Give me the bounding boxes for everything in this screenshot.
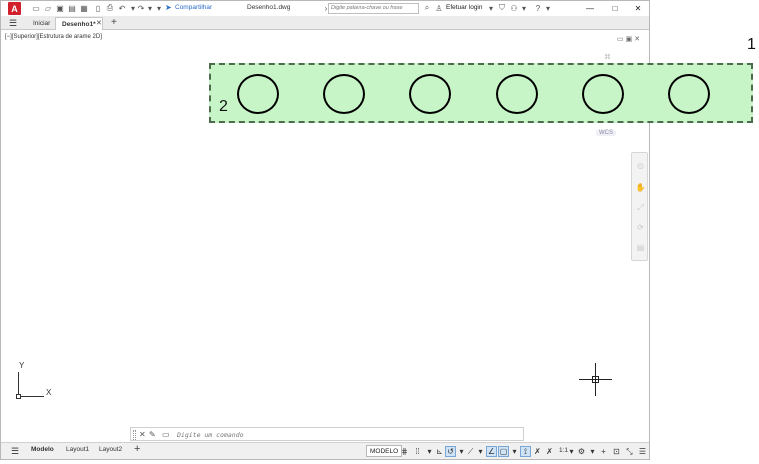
- web-save-icon[interactable]: ▦: [79, 3, 89, 13]
- callout-number-2: 2: [219, 98, 228, 115]
- connect-icon[interactable]: ⚇: [509, 3, 519, 13]
- navigation-bar: ◎ ✋ ⤢ ⟳ ▤: [631, 152, 648, 261]
- viewport-window-controls[interactable]: ▭▣✕: [617, 35, 642, 43]
- command-history-icon[interactable]: ▭: [162, 430, 170, 439]
- ortho-icon[interactable]: ↺: [445, 446, 456, 457]
- login-dropdown-icon[interactable]: ▾: [486, 3, 496, 13]
- maximize-button[interactable]: □: [604, 1, 626, 15]
- infer-icon[interactable]: ⊾: [434, 446, 445, 457]
- circles-highlight-region: [209, 63, 753, 123]
- share-drawing-icon[interactable]: ▯: [93, 3, 103, 13]
- command-input[interactable]: [177, 430, 517, 440]
- open-file-icon[interactable]: ▱: [43, 3, 53, 13]
- grid-icon[interactable]: ⋕: [399, 446, 410, 457]
- circle-5[interactable]: [582, 74, 624, 114]
- workspace-gear-icon[interactable]: ⚙: [576, 446, 587, 457]
- snap-icon[interactable]: ⁞⁞: [412, 446, 423, 457]
- steering-wheel-icon[interactable]: ◎: [636, 161, 645, 170]
- object-snap-dropdown-icon[interactable]: ▾: [509, 446, 520, 457]
- circle-3[interactable]: [409, 74, 451, 114]
- tab-close-icon[interactable]: ✕: [96, 19, 102, 27]
- save-as-icon[interactable]: ▤: [67, 3, 77, 13]
- fullscreen-icon[interactable]: ⤡: [624, 446, 635, 457]
- viewport-controls-label[interactable]: [−][Superior][Estrutura de arame 2D]: [5, 34, 102, 40]
- help-dropdown-icon[interactable]: ▾: [543, 3, 553, 13]
- circle-1[interactable]: [237, 74, 279, 114]
- auto-scale-icon[interactable]: ✗: [532, 446, 543, 457]
- print-icon[interactable]: ⎙: [105, 3, 115, 13]
- annotation-visibility-icon[interactable]: ⟟: [520, 446, 531, 457]
- units-icon[interactable]: +: [598, 446, 609, 457]
- close-window-button[interactable]: ✕: [627, 1, 649, 15]
- isolate-objects-icon[interactable]: ⊡: [611, 446, 622, 457]
- command-line: ✕ ✎ ▭: [130, 427, 524, 441]
- share-icon[interactable]: ➤: [165, 3, 172, 12]
- search-icon[interactable]: ⌕: [422, 3, 432, 13]
- workspace-dropdown-icon[interactable]: ▾: [587, 446, 598, 457]
- command-customize-icon[interactable]: ✎: [149, 430, 156, 439]
- customization-icon[interactable]: ☰: [637, 446, 648, 457]
- command-line-grip[interactable]: [133, 430, 136, 440]
- object-snap-icon[interactable]: ▢: [498, 446, 509, 457]
- app-logo[interactable]: A: [8, 2, 21, 15]
- new-file-icon[interactable]: ▭: [31, 3, 41, 13]
- tab-start[interactable]: Iniciar: [27, 17, 56, 30]
- customize-qat-icon[interactable]: ▾: [154, 3, 164, 13]
- autocad-app: A ▭ ▱ ▣ ▤ ▦ ▯ ⎙ ↶ ▾ ↷ ▾ ▾ ➤ Compartilhar…: [0, 0, 759, 464]
- wcs-menu[interactable]: WCS: [596, 130, 616, 136]
- circle-4[interactable]: [496, 74, 538, 114]
- circle-2[interactable]: [323, 74, 365, 114]
- callout-number-1: 1: [747, 36, 756, 53]
- circle-6[interactable]: [668, 74, 710, 114]
- search-input[interactable]: Digite palavra-chave ou frase: [328, 3, 419, 14]
- help-icon[interactable]: ?: [533, 3, 543, 13]
- layout-menu-icon[interactable]: ☰: [11, 446, 19, 457]
- command-close-icon[interactable]: ✕: [139, 430, 146, 439]
- layout-tab-model[interactable]: Modelo: [31, 446, 54, 453]
- login-button[interactable]: Efetuar login: [446, 4, 483, 11]
- ucs-x-axis: [18, 396, 44, 397]
- add-layout-icon[interactable]: +: [134, 443, 140, 455]
- ucs-y-label: Y: [19, 361, 25, 370]
- object-snap-tracking-icon[interactable]: ∠: [486, 446, 497, 457]
- document-title: Desenho1.dwg: [247, 4, 291, 11]
- ucs-y-axis: [18, 372, 19, 396]
- file-tabs-bar: ☰ Iniciar Desenho1* ✕ +: [1, 16, 649, 30]
- model-space-button[interactable]: MODELO: [366, 445, 403, 457]
- pan-icon[interactable]: ✋: [636, 183, 646, 192]
- viewcube-icon[interactable]: ⌘: [604, 53, 611, 61]
- showmotion-icon[interactable]: ▤: [636, 243, 645, 252]
- title-bar: A ▭ ▱ ▣ ▤ ▦ ▯ ⎙ ↶ ▾ ↷ ▾ ▾ ➤ Compartilhar…: [1, 1, 649, 16]
- isodraft-dropdown-icon[interactable]: ▾: [475, 446, 486, 457]
- menu-icon[interactable]: ☰: [9, 18, 17, 29]
- crosshair-pickbox: [592, 376, 599, 383]
- cart-icon[interactable]: ⛉: [497, 3, 507, 13]
- annotation-scale-icon[interactable]: ✗: [544, 446, 555, 457]
- orbit-icon[interactable]: ⟳: [636, 223, 645, 232]
- ucs-origin-icon: [16, 394, 21, 399]
- minimize-button[interactable]: —: [579, 1, 601, 15]
- save-icon[interactable]: ▣: [55, 3, 65, 13]
- user-icon[interactable]: ♙: [434, 3, 444, 13]
- ucs-x-label: X: [46, 388, 52, 397]
- zoom-extents-icon[interactable]: ⤢: [636, 203, 645, 212]
- status-bar: ☰ Modelo Layout1 Layout2 + MODELO ⋕ ⁞⁞ ▾…: [1, 442, 649, 459]
- layout-tab-layout2[interactable]: Layout2: [99, 446, 122, 453]
- undo-icon[interactable]: ↶: [117, 3, 127, 13]
- new-tab-icon[interactable]: +: [111, 17, 117, 28]
- share-link[interactable]: Compartilhar: [175, 4, 212, 11]
- layout-tab-layout1[interactable]: Layout1: [66, 446, 89, 453]
- connect-dropdown-icon[interactable]: ▾: [519, 3, 529, 13]
